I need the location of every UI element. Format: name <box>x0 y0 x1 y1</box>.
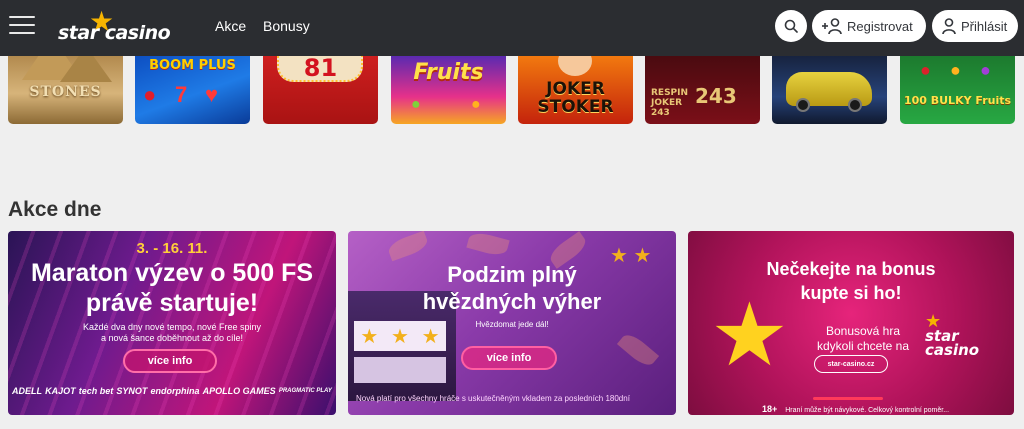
promo-headline: Maraton výzev o 500 FS právě startuje! <box>8 258 336 318</box>
promo-subtext-line2: kdykoli chcete na <box>816 339 910 353</box>
promo-subtext-line1: Bonusová hra <box>825 324 901 338</box>
game-tile-respin-joker[interactable]: RESPIN JOKER 243 243 <box>645 56 760 124</box>
provider-logo: KAJOT <box>45 386 76 396</box>
legal-footer: 18+ Hraní může být návykové. Celkový kon… <box>762 404 949 414</box>
provider-logo: tech bet <box>78 386 114 396</box>
pyramid-graphic <box>60 56 112 82</box>
promo-subtext-line2: a nová šance doběhnout až do cíle! <box>100 333 244 343</box>
logo-text: star casino <box>58 22 171 44</box>
nav-bonusy[interactable]: Bonusy <box>263 18 310 34</box>
site-url-button[interactable]: star-casino.cz <box>814 355 888 373</box>
game-tile-81[interactable]: 81 <box>263 56 378 124</box>
seven-icon: 7 <box>175 82 188 107</box>
promo-headline-line2: hvězdných výher <box>422 289 602 314</box>
leaf-graphic <box>386 231 430 262</box>
promo-card-marathon[interactable]: 3. - 16. 11. Maraton výzev o 500 FS práv… <box>8 231 336 415</box>
promo-card-autumn[interactable]: ★ ★ ★ ★ ★ Podzim plný hvězdných výher Hv… <box>348 231 676 415</box>
carousel-progress-bar <box>813 397 883 400</box>
fruit-icon: ● <box>950 60 961 80</box>
game-tile-100-bulky-fruits[interactable]: ● ● ● 100 BULKY Fruits <box>900 56 1015 124</box>
star-casino-logo: ★ star casino <box>925 313 1014 359</box>
game-title: BOOM PLUS <box>149 58 236 73</box>
promo-dates: 3. - 16. 11. <box>136 240 208 257</box>
nav-akce[interactable]: Akce <box>215 18 246 34</box>
promo-headline-line1: Nečekejte na bonus <box>766 259 936 279</box>
promo-headline-line2: právě startuje! <box>85 289 259 317</box>
register-label: Registrovat <box>847 18 913 34</box>
game-title: STONES <box>29 84 102 100</box>
cherry-icon: ● <box>143 82 157 107</box>
promo-headline: Podzim plný hvězdných výher <box>348 261 676 315</box>
joker-face-graphic <box>558 56 592 76</box>
promo-card-buy-bonus[interactable]: Nečekejte na bonus kupte si ho! ★ Bonuso… <box>688 231 1014 415</box>
user-icon <box>942 18 956 35</box>
provider-logo: APOLLO GAMES <box>202 386 276 396</box>
game-title: Fruits <box>413 60 484 85</box>
game-tile-joker-stoker[interactable]: JOKER STOKER <box>518 56 633 124</box>
game-tile-stones[interactable]: STONES <box>8 56 123 124</box>
leaf-graphic <box>616 330 660 370</box>
fruit-icon: ● <box>920 60 931 80</box>
game-title: 100 BULKY Fruits <box>903 94 1012 107</box>
promo-note: Nová platí pro všechny hráče s uskutečně… <box>356 394 630 403</box>
promo-subtext: Každé dva dny nové tempo, nové Free spin… <box>8 322 336 344</box>
promo-headline-line1: Maraton výzev o 500 FS <box>30 259 314 287</box>
slot-reels <box>354 357 446 383</box>
top-header: ★ star casino Akce Bonusy Registrovat Př… <box>0 0 1024 56</box>
register-button[interactable]: Registrovat <box>812 10 926 42</box>
game-title-number: 243 <box>695 84 737 108</box>
game-title: 81 <box>303 56 338 82</box>
provider-logo: ADELL <box>12 386 42 396</box>
game-tile-boom-plus[interactable]: BOOM PLUS ● 7 ♥ <box>135 56 250 124</box>
add-user-icon <box>822 18 842 35</box>
provider-logo: SYNOT <box>116 386 148 396</box>
more-info-button[interactable]: více info <box>461 346 557 370</box>
star-casino-logo[interactable]: ★ star casino <box>58 8 180 46</box>
login-label: Přihlásit <box>961 18 1008 34</box>
cherry-icon: ♥ <box>205 82 219 107</box>
age-badge: 18+ <box>762 404 778 414</box>
promo-subtext-line1: Každé dva dny nové tempo, nové Free spin… <box>82 322 262 332</box>
provider-logos: ADELL KAJOT tech bet SYNOT endorphina AP… <box>12 386 332 396</box>
more-info-button[interactable]: více info <box>123 349 217 373</box>
game-title: JOKER STOKER <box>537 79 614 117</box>
legal-text: Hraní může být návykové. Celkový kontrol… <box>785 407 950 414</box>
provider-logo: endorphina <box>150 386 200 396</box>
section-title: Akce dne <box>8 198 102 221</box>
wheel-graphic <box>796 98 810 112</box>
promo-headline-line1: Podzim plný <box>447 262 577 287</box>
leaf-graphic <box>466 231 510 258</box>
fruit-icon: ● <box>411 96 421 113</box>
promo-subtext: Hvězdomat jede dál! <box>475 320 549 329</box>
game-tile-racing-car[interactable] <box>772 56 887 124</box>
fruit-icon: ● <box>980 60 991 80</box>
fruit-icon: ● <box>471 96 481 113</box>
logo-text: star casino <box>925 327 980 359</box>
promo-subtext: Bonusová hra kdykoli chcete na <box>798 324 928 354</box>
game-tile-fruits[interactable]: Fruits ● ● <box>391 56 506 124</box>
login-button[interactable]: Přihlásit <box>932 10 1018 42</box>
provider-logo: PRAGMATIC PLAY <box>278 388 332 394</box>
search-icon <box>784 19 798 33</box>
menu-icon[interactable] <box>9 14 35 36</box>
star-mascot-icon: ★ <box>710 285 789 384</box>
wheel-graphic <box>848 98 862 112</box>
search-button[interactable] <box>775 10 807 42</box>
